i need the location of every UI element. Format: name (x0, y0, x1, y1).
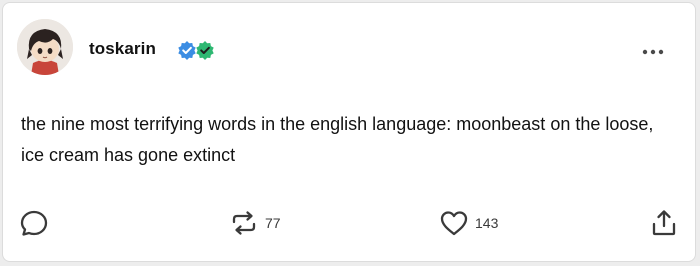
like-button[interactable]: 143 (439, 203, 498, 243)
post-header: toskarin (17, 19, 681, 81)
share-button[interactable] (649, 203, 679, 243)
reblog-button[interactable]: 77 (229, 203, 281, 243)
avatar[interactable] (17, 19, 73, 75)
avatar-image (17, 19, 73, 75)
blue-check-badge-icon (178, 41, 196, 60)
author-username[interactable]: toskarin (89, 39, 156, 59)
post-actions: 77 143 (3, 203, 695, 243)
reblog-icon (232, 211, 256, 235)
heart-icon (440, 211, 468, 236)
more-options-icon[interactable] (641, 47, 665, 57)
post-text: the nine most terrifying words in the en… (21, 114, 654, 165)
share-icon (652, 210, 676, 236)
reblog-count: 77 (265, 215, 281, 231)
comment-bubble-icon (20, 210, 48, 236)
reply-button[interactable] (19, 203, 49, 243)
green-check-badge-icon (196, 41, 214, 60)
verification-badges (177, 40, 214, 60)
post-card: toskarin the nine most terrifying words … (2, 2, 696, 262)
like-count: 143 (475, 215, 499, 231)
